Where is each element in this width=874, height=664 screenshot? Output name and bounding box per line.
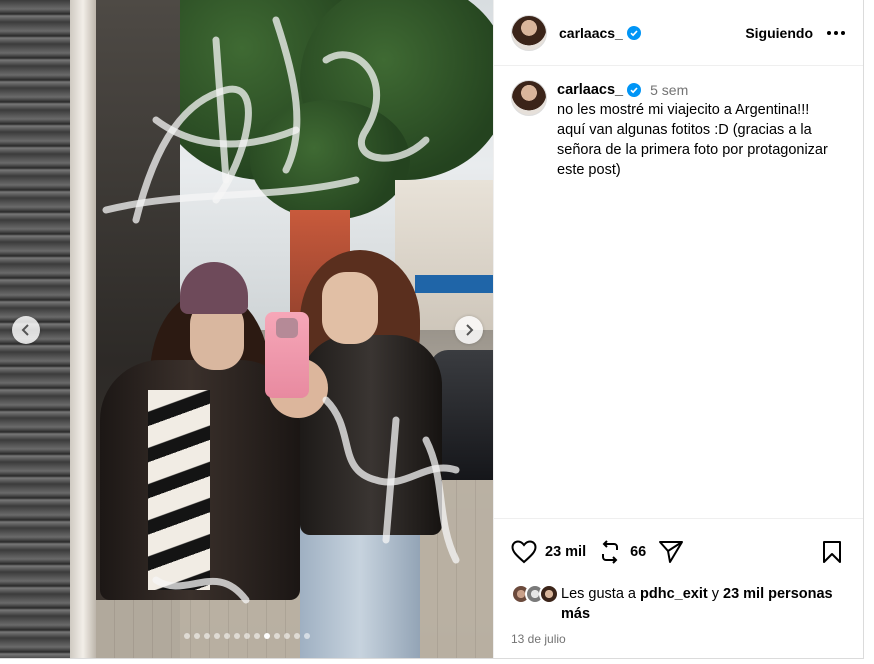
photo-doorframe [70, 0, 96, 658]
carousel-dot [294, 633, 300, 639]
carousel-dot [284, 633, 290, 639]
repost-button[interactable]: 66 [598, 539, 646, 564]
chevron-right-icon [466, 324, 474, 336]
avatar[interactable] [511, 14, 547, 51]
likes-prefix: Les gusta a [561, 586, 640, 602]
verified-badge-icon [626, 25, 641, 40]
carousel-dot [214, 633, 220, 639]
carousel-dot [304, 633, 310, 639]
carousel-dot [254, 633, 260, 639]
carousel-indicator [0, 633, 493, 639]
reposts-count[interactable]: 66 [630, 544, 646, 560]
avatar [539, 584, 559, 604]
caption-text: no les mostré mi viajecito a Argentina!!… [557, 102, 828, 178]
heart-icon [511, 539, 537, 563]
photo-phone-camera [276, 318, 298, 338]
carousel-next-button[interactable] [455, 316, 483, 344]
divider [0, 658, 864, 664]
save-button[interactable] [821, 540, 843, 564]
carousel-dot [234, 633, 240, 639]
post-date[interactable]: 13 de julio [494, 624, 863, 658]
photo-person-jacket [300, 335, 442, 535]
carousel-dot [184, 633, 190, 639]
post-actions: 23 mil 66 [494, 518, 863, 584]
chevron-left-icon [21, 324, 29, 336]
carousel-dot [194, 633, 200, 639]
post-modal: carlaacs_ Siguiendo carlaacs_ 5 sem no l… [0, 0, 864, 664]
bookmark-icon [823, 540, 841, 563]
share-button[interactable] [658, 540, 684, 564]
carousel-dot [204, 633, 210, 639]
caption-username[interactable]: carlaacs_ [557, 80, 623, 100]
likes-text: Les gusta a pdhc_exit y 23 mil personas … [561, 584, 843, 624]
share-icon [659, 540, 684, 563]
likes-joiner: y [707, 586, 723, 602]
photo-store-sign [415, 275, 493, 293]
photo-person-sweater [148, 390, 210, 590]
liker-username[interactable]: pdhc_exit [640, 586, 708, 602]
carousel-prev-button[interactable] [12, 316, 40, 344]
carousel-dot [264, 633, 270, 639]
liker-avatars[interactable] [511, 584, 561, 606]
photo-person-face [322, 272, 378, 344]
verified-badge-icon [627, 83, 642, 97]
post-header: carlaacs_ Siguiendo [494, 0, 863, 66]
post-photo[interactable] [0, 0, 493, 658]
avatar[interactable] [511, 80, 547, 116]
carousel-dot [224, 633, 230, 639]
caption-time[interactable]: 5 sem [650, 80, 688, 100]
carousel-dot [274, 633, 280, 639]
header-username[interactable]: carlaacs_ [559, 25, 623, 41]
post-caption: carlaacs_ 5 sem no les mostré mi viajeci… [494, 66, 863, 518]
photo-tree [250, 100, 410, 220]
following-button[interactable]: Siguiendo [745, 25, 813, 41]
likes-summary: Les gusta a pdhc_exit y 23 mil personas … [494, 584, 863, 624]
like-button[interactable]: 23 mil [511, 539, 586, 564]
carousel-dot [244, 633, 250, 639]
repost-icon [602, 539, 619, 564]
likes-count[interactable]: 23 mil [545, 544, 586, 560]
post-side-panel: carlaacs_ Siguiendo carlaacs_ 5 sem no l… [493, 0, 863, 658]
more-options-icon[interactable] [827, 30, 845, 35]
